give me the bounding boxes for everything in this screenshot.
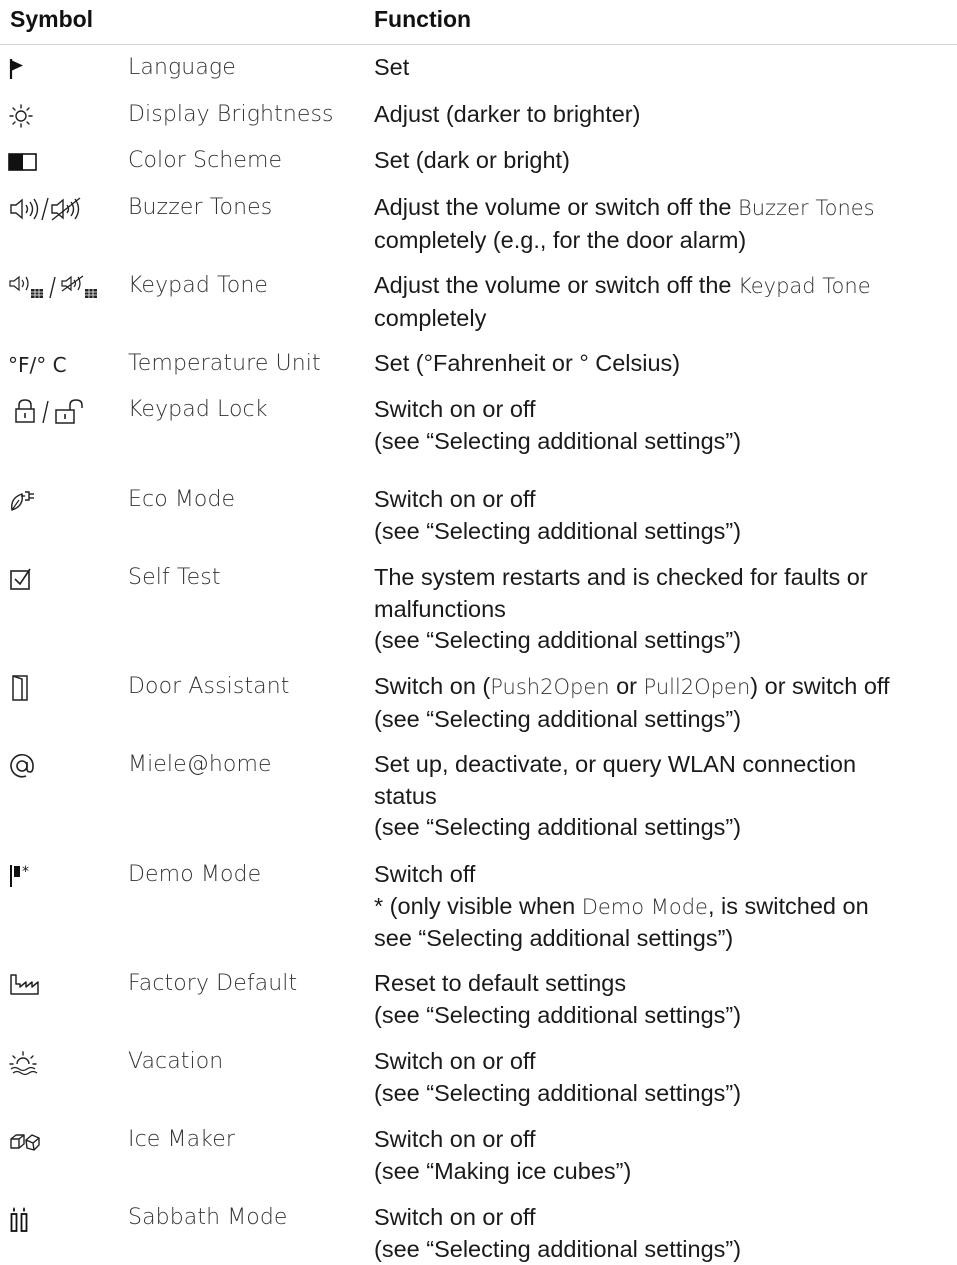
setting-name: Color Scheme	[128, 148, 283, 173]
lock-unlock-icon	[8, 396, 104, 426]
setting-function: Reset to default settings (see “Selectin…	[374, 970, 742, 1028]
setting-function: The system restarts and is checked for f…	[374, 564, 868, 653]
setting-function: Adjust the volume or switch off the Buzz…	[374, 194, 875, 253]
factory-icon	[8, 970, 40, 1000]
symbol-column-header: Symbol	[10, 6, 94, 32]
setting-name: Display Brightness	[128, 102, 334, 127]
setting-function: Set up, deactivate, or query WLAN connec…	[374, 751, 857, 840]
keypad-speaker-icon	[8, 272, 104, 302]
candles-icon	[8, 1204, 34, 1234]
setting-name: Self Test	[128, 565, 221, 590]
setting-function: Set (dark or bright)	[374, 147, 570, 173]
setting-name: Door Assistant	[128, 674, 290, 699]
setting-name: Miele@home	[128, 752, 272, 777]
checkbox-icon	[8, 564, 34, 594]
speaker-mute-icon	[8, 194, 88, 224]
at-sign-icon	[8, 751, 36, 781]
setting-name: Language	[128, 55, 236, 80]
setting-name: Vacation	[128, 1049, 224, 1074]
door-icon	[8, 673, 32, 703]
leaf-plug-icon	[8, 486, 38, 516]
table-header: Symbol Function	[0, 0, 957, 45]
svg-text:*: *	[22, 864, 29, 880]
setting-name: Demo Mode	[128, 862, 262, 887]
setting-function: Adjust (darker to brighter)	[374, 101, 641, 127]
setting-name: Factory Default	[128, 971, 298, 996]
setting-function: Switch on or off (see “Selecting additio…	[374, 1204, 742, 1262]
setting-name: Ice Maker	[128, 1127, 236, 1152]
setting-function: Switch on or off (see “Selecting additio…	[374, 1048, 742, 1106]
sunset-icon	[8, 1048, 38, 1078]
setting-function: Switch on (Push2Open or Pull2Open) or sw…	[374, 673, 890, 732]
sun-icon	[8, 101, 34, 131]
flag-icon	[8, 54, 28, 84]
ice-cubes-icon	[8, 1126, 42, 1156]
setting-name: Sabbath Mode	[128, 1205, 288, 1230]
demo-flag-icon: *	[8, 861, 36, 891]
setting-function: Switch on or off (see “Making ice cubes”…	[374, 1126, 632, 1184]
setting-function: Set (°Fahrenheit or ° Celsius)	[374, 350, 681, 376]
setting-function: Adjust the volume or switch off the Keyp…	[374, 272, 871, 331]
temperature-unit-icon: °F/° C	[8, 353, 67, 377]
setting-function: Set	[374, 54, 410, 80]
setting-function: Switch on or off (see “Selecting additio…	[374, 486, 742, 544]
setting-name: Keypad Lock	[128, 397, 268, 422]
setting-function: Switch on or off (see “Selecting additio…	[374, 396, 742, 454]
half-filled-square-icon	[8, 147, 38, 177]
setting-function: Switch off * (only visible when Demo Mod…	[374, 861, 869, 951]
setting-name: Eco Mode	[128, 487, 236, 512]
setting-name: Temperature Unit	[128, 351, 321, 376]
setting-name: Keypad Tone	[128, 273, 269, 298]
function-column-header: Function	[374, 6, 472, 32]
setting-name: Buzzer Tones	[128, 195, 273, 220]
